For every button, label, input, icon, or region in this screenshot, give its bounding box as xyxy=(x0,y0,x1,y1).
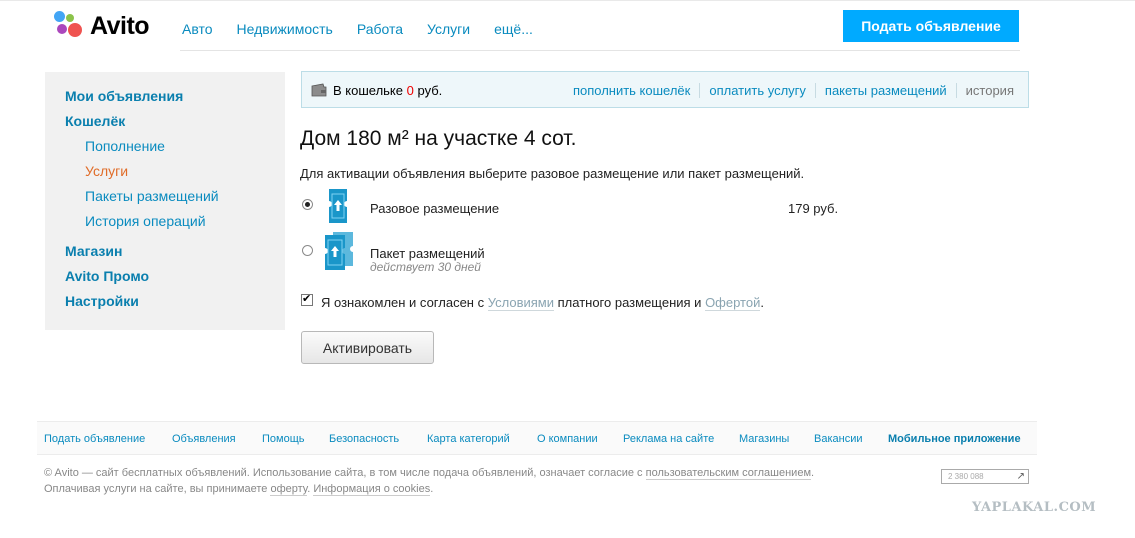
logo-text: Avito xyxy=(90,11,150,40)
arrow-icon: ↗ xyxy=(1016,471,1025,482)
packages-link[interactable]: пакеты размещений xyxy=(814,83,956,98)
nav-realty[interactable]: Недвижимость xyxy=(237,21,333,37)
single-placement-radio[interactable] xyxy=(302,199,313,210)
single-placement-label: Разовое размещение xyxy=(370,201,500,216)
header-divider xyxy=(180,50,1020,51)
package-validity-note: действует 30 дней xyxy=(370,260,481,274)
cookies-link[interactable]: Информация о cookies xyxy=(313,483,431,496)
tickets-package-icon xyxy=(325,232,353,270)
wallet-bar: В кошельке 0 руб. пополнить кошелёк опла… xyxy=(301,71,1029,108)
footer-link-ads[interactable]: Объявления xyxy=(172,433,236,445)
footer-link-vacancies[interactable]: Вакансии xyxy=(814,433,863,445)
top-nav: Авто Недвижимость Работа Услуги ещё... xyxy=(182,21,557,37)
topup-wallet-link[interactable]: пополнить кошелёк xyxy=(573,83,699,98)
history-link[interactable]: история xyxy=(955,83,1014,98)
footer-link-about[interactable]: О компании xyxy=(537,433,598,445)
footer-link-advertising[interactable]: Реклама на сайте xyxy=(623,433,714,445)
activate-button[interactable]: Активировать xyxy=(301,331,434,364)
wallet-amount: 0 xyxy=(406,83,414,98)
avito-logo[interactable]: Avito xyxy=(54,11,150,41)
wallet-links: пополнить кошелёк оплатить услугу пакеты… xyxy=(573,83,1014,98)
post-ad-button[interactable]: Подать объявление xyxy=(843,10,1019,42)
nav-more[interactable]: ещё... xyxy=(494,21,533,37)
offer-link[interactable]: Офертой xyxy=(705,295,761,311)
agreement-text: Я ознакомлен и согласен с Условиями плат… xyxy=(321,295,764,311)
page-title: Дом 180 м² на участке 4 сот. xyxy=(300,127,577,150)
package-placement-label: Пакет размещений xyxy=(370,246,485,261)
copyright-text: © Avito — сайт бесплатных объявлений. Ис… xyxy=(44,467,815,496)
watermark: YAPLAKAL.COM xyxy=(972,500,1097,515)
footer-link-mobile-app[interactable]: Мобильное приложение xyxy=(888,433,1021,445)
sidebar-item-topup[interactable]: Пополнение xyxy=(85,138,165,154)
logo-dots-icon xyxy=(54,11,84,41)
sidebar-item-shop[interactable]: Магазин xyxy=(65,243,122,259)
package-placement-radio[interactable] xyxy=(302,245,313,256)
wallet-icon xyxy=(311,83,327,97)
footer-link-shops[interactable]: Магазины xyxy=(739,433,789,445)
single-placement-price: 179 руб. xyxy=(788,201,839,216)
sidebar-item-settings[interactable]: Настройки xyxy=(65,293,139,309)
instruction-text: Для активации объявления выберите разово… xyxy=(300,166,805,181)
sidebar-item-services[interactable]: Услуги xyxy=(85,163,128,179)
wallet-balance: В кошельке 0 руб. xyxy=(333,83,443,98)
pay-service-link[interactable]: оплатить услугу xyxy=(699,83,815,98)
sidebar-item-my-ads[interactable]: Мои объявления xyxy=(65,88,183,104)
agreement-checkbox[interactable] xyxy=(301,292,313,306)
visit-counter[interactable]: 2 380 088 ↗ xyxy=(941,469,1029,484)
offer-footer-link[interactable]: оферту xyxy=(270,483,308,496)
sidebar-item-promo[interactable]: Avito Промо xyxy=(65,268,149,284)
footer-nav: Подать объявление Объявления Помощь Безо… xyxy=(37,421,1037,455)
user-agreement-link[interactable]: пользовательским соглашением xyxy=(645,467,812,480)
top-border xyxy=(0,0,1135,3)
footer-link-category-map[interactable]: Карта категорий xyxy=(427,433,510,445)
sidebar-item-wallet[interactable]: Кошелёк xyxy=(65,113,125,129)
sidebar-item-packages[interactable]: Пакеты размещений xyxy=(85,188,219,204)
sidebar-item-history[interactable]: История операций xyxy=(85,213,206,229)
ticket-icon xyxy=(329,189,347,223)
footer-link-security[interactable]: Безопасность xyxy=(329,433,399,445)
nav-services[interactable]: Услуги xyxy=(427,21,470,37)
nav-jobs[interactable]: Работа xyxy=(357,21,403,37)
sidebar: Мои объявления Кошелёк Пополнение Услуги… xyxy=(45,72,285,330)
nav-auto[interactable]: Авто xyxy=(182,21,213,37)
footer-link-help[interactable]: Помощь xyxy=(262,433,305,445)
footer-link-post-ad[interactable]: Подать объявление xyxy=(44,433,145,445)
counter-value: 2 380 088 xyxy=(948,472,984,481)
terms-link[interactable]: Условиями xyxy=(487,295,554,311)
